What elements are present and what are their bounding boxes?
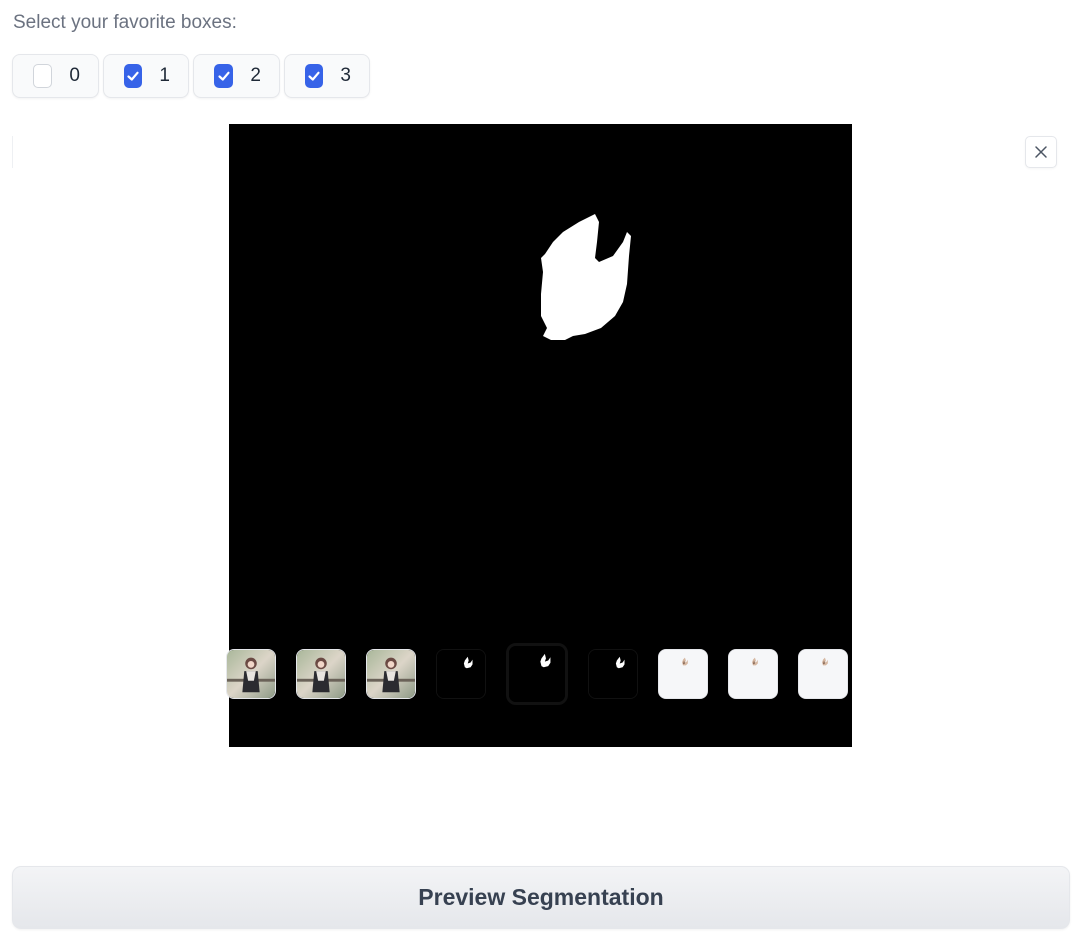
checkbox-option-3[interactable]: 3 [284,54,370,98]
checkbox-label-2: 2 [250,65,261,86]
photo-thumbnail-icon [367,650,415,698]
photo-thumbnail-icon [227,650,275,698]
overlay-thumbnail-icon [729,650,777,698]
checkbox-1[interactable] [124,64,143,88]
photo-thumbnail-icon [297,650,345,698]
preview-segmentation-button[interactable]: Preview Segmentation [12,866,1070,929]
checkbox-group-label: Select your favorite boxes: [13,12,237,33]
overlay-thumbnail-icon [799,650,847,698]
gallery-thumbnail-8[interactable] [728,649,778,699]
checkbox-label-3: 3 [340,65,351,86]
gallery-thumbnail-6[interactable] [588,649,638,699]
checkbox-label-1: 1 [159,65,170,86]
mask-thumbnail-icon [589,650,637,698]
gallery-thumbnails [226,643,848,705]
close-icon [1035,146,1047,158]
checkbox-0[interactable] [33,64,53,88]
mask-thumbnail-icon [437,650,485,698]
gallery-edge-divider [12,136,13,168]
checkmark-icon [308,71,320,81]
checkmark-icon [218,71,230,81]
image-gallery [12,124,1070,844]
gallery-thumbnail-1[interactable] [226,649,276,699]
gallery-thumbnail-7[interactable] [658,649,708,699]
checkbox-3[interactable] [305,64,324,88]
gallery-thumbnail-3[interactable] [366,649,416,699]
gallery-thumbnail-2[interactable] [296,649,346,699]
checkbox-option-2[interactable]: 2 [193,54,280,98]
checkbox-2[interactable] [214,64,234,88]
checkbox-option-0[interactable]: 0 [12,54,99,98]
gallery-close-button[interactable] [1025,136,1057,168]
checkbox-option-1[interactable]: 1 [103,54,189,98]
gallery-thumbnail-5-selected[interactable] [506,643,568,705]
checkmark-icon [127,71,139,81]
gallery-thumbnail-9[interactable] [798,649,848,699]
overlay-thumbnail-icon [659,650,707,698]
checkbox-group: 0 1 2 3 [12,54,370,98]
mask-thumbnail-icon [509,646,565,702]
gallery-thumbnail-4[interactable] [436,649,486,699]
checkbox-label-0: 0 [69,65,80,86]
